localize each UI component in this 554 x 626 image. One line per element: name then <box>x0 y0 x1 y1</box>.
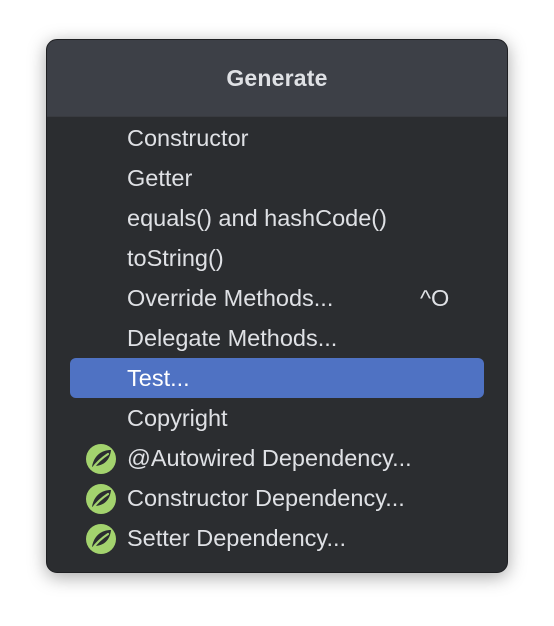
menu-item-label: toString() <box>127 244 224 271</box>
menu-item-copyright[interactable]: Copyright <box>70 398 484 438</box>
menu-item-equals-hashcode[interactable]: equals() and hashCode() <box>70 198 484 238</box>
popup-title: Generate <box>226 64 328 91</box>
menu-item-label: Test... <box>127 364 190 391</box>
menu-item-label: Constructor <box>127 124 249 151</box>
menu-item-setter-dependency[interactable]: Setter Dependency... <box>70 518 484 558</box>
menu-item-label: Override Methods... <box>127 284 334 311</box>
menu-item-label: Copyright <box>127 404 228 431</box>
generate-popup: Generate Constructor Getter equals() and… <box>46 39 508 573</box>
menu-item-label: Setter Dependency... <box>127 524 347 551</box>
spring-leaf-icon <box>86 484 116 514</box>
menu-item-autowired-dependency[interactable]: @Autowired Dependency... <box>70 438 484 478</box>
generate-menu: Constructor Getter equals() and hashCode… <box>47 118 507 558</box>
menu-item-label: Constructor Dependency... <box>127 484 405 511</box>
shortcut-label: ^O <box>420 284 450 311</box>
menu-item-label: Getter <box>127 164 193 191</box>
menu-item-delegate-methods[interactable]: Delegate Methods... <box>70 318 484 358</box>
menu-item-constructor[interactable]: Constructor <box>70 118 484 158</box>
spring-leaf-icon <box>86 444 116 474</box>
menu-item-label: Delegate Methods... <box>127 324 338 351</box>
menu-item-tostring[interactable]: toString() <box>70 238 484 278</box>
menu-item-getter[interactable]: Getter <box>70 158 484 198</box>
menu-item-constructor-dependency[interactable]: Constructor Dependency... <box>70 478 484 518</box>
menu-item-override-methods[interactable]: Override Methods... ^O <box>70 278 484 318</box>
popup-header: Generate <box>47 40 507 117</box>
menu-item-test[interactable]: Test... <box>70 358 484 398</box>
spring-leaf-icon <box>86 524 116 554</box>
menu-item-label: @Autowired Dependency... <box>127 444 412 471</box>
menu-item-label: equals() and hashCode() <box>127 204 387 231</box>
